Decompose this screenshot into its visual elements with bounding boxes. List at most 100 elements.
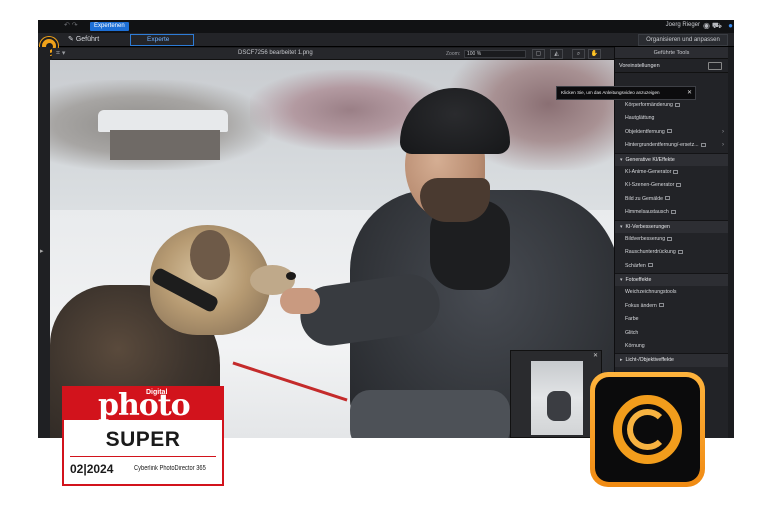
tool-item-label: Glitch: [625, 329, 639, 336]
tool-item-label: Farbe: [625, 316, 639, 323]
app-icon-aperture: [627, 409, 668, 450]
tab-expert[interactable]: Experte: [130, 34, 194, 46]
ai-badge-icon: [665, 196, 671, 201]
tool-item-label: Körnung: [625, 343, 645, 350]
ai-badge-icon: [674, 102, 680, 107]
tool-item-hautglattung[interactable]: Hautglättung: [615, 112, 728, 125]
close-tooltip-icon[interactable]: ✕: [687, 87, 692, 99]
app-icon-inner: [595, 377, 700, 482]
tool-item-ki-anime-generator[interactable]: KI-Anime-Generator: [615, 166, 728, 179]
tool-item-objektentfernung[interactable]: Objektentfernung ›: [615, 126, 728, 139]
tool-item-weichzeichnungstools[interactable]: Weichzeichnungstools: [615, 286, 728, 299]
ai-badge-icon: [647, 263, 653, 268]
photodirector-app-icon: [590, 372, 705, 487]
tab-guided-label: Geführt: [75, 36, 100, 43]
zoom-dropdown[interactable]: 100 %: [464, 50, 526, 58]
tool-item-label: Licht-/Objektiveffekte: [625, 357, 674, 364]
zoom-label: Zoom:: [446, 51, 461, 57]
tool-item-label: Bild zu Gemälde: [625, 195, 664, 202]
dog-nose: [286, 272, 296, 280]
ai-badge-icon: [673, 169, 679, 174]
thumbnail-image: [531, 361, 583, 435]
close-icon[interactable]: ✕: [593, 352, 598, 359]
ai-badge-icon: [667, 236, 673, 241]
section-licht-objektiveffekte[interactable]: Licht-/Objektiveffekte: [615, 353, 728, 367]
view-options-icon[interactable]: ◭: [550, 49, 563, 59]
cart-icon[interactable]: ⛟: [712, 21, 722, 31]
section-generative-ki-effekte[interactable]: Generative KI/Effekte: [615, 152, 728, 166]
tool-item-ki-szenen-generator[interactable]: KI-Szenen-Generator: [615, 179, 728, 192]
user-name[interactable]: Joerg Rieger: [666, 22, 700, 28]
badge-product: Cyberlink PhotoDirector 365: [134, 465, 206, 472]
tool-item-scharfen[interactable]: Schärfen: [615, 260, 728, 273]
ai-badge-icon: [666, 129, 672, 134]
hand-tool-icon[interactable]: ✋: [588, 49, 601, 59]
dog-ear: [190, 230, 230, 280]
snowy-roof: [98, 110, 228, 132]
file-name: DSCF7256 bearbeitet 1.png: [238, 50, 313, 56]
tool-item-label: Weichzeichnungstools: [625, 289, 677, 296]
tab-guided[interactable]: ✎ Geführt: [68, 34, 99, 46]
house-wall: [110, 130, 220, 160]
tool-item-bildverbesserung[interactable]: Bildverbesserung: [615, 233, 728, 246]
zoom-tool-icon[interactable]: ⌕: [572, 49, 585, 59]
account-icon[interactable]: ◉: [703, 21, 710, 30]
tool-item-label: Himmelsaustausch: [625, 209, 669, 216]
crop-tool-icon[interactable]: ⌗ ▾: [56, 49, 65, 58]
badge-brand: photo: [98, 388, 191, 423]
undo-redo-icons[interactable]: ↶ ↷: [64, 21, 78, 29]
chevron-right-icon: ›: [722, 128, 724, 135]
tool-item-label: KI-Verbesserungen: [625, 223, 670, 230]
award-badge: Digital photo SUPER 02|2024 Cyberlink Ph…: [62, 386, 224, 486]
tool-item-label: KI-Anime-Generator: [625, 168, 672, 175]
section-ki-verbesserungen[interactable]: KI-Verbesserungen: [615, 219, 728, 233]
tool-item-bild-zu-gemalde[interactable]: Bild zu Gemälde: [615, 193, 728, 206]
tool-item-himmelsaustausch[interactable]: Himmelsaustausch: [615, 206, 728, 219]
right-icon-strip: [728, 47, 734, 438]
ai-badge-icon: [700, 142, 706, 147]
section-fotoeffekte[interactable]: Fotoeffekte: [615, 273, 728, 287]
compare-view-icon[interactable]: ▢: [532, 49, 545, 59]
panel-title: Geführte Tools: [615, 47, 728, 59]
video-icon[interactable]: [708, 62, 722, 70]
tool-item-label: Fokus ändern: [625, 302, 657, 309]
tool-item-label: Generative KI/Effekte: [625, 156, 675, 163]
presets-row[interactable]: Voreinstellungen: [615, 59, 728, 73]
tool-item-glitch[interactable]: Glitch: [615, 327, 728, 340]
tool-item-hintergrundentfernung-ersetz[interactable]: Hintergrundentfernung/-ersetz... ›: [615, 139, 728, 152]
tool-item-label: Objektentfernung: [625, 128, 665, 135]
organize-button[interactable]: Organisieren und anpassen: [638, 34, 728, 46]
tool-item-label: Fotoeffekte: [625, 277, 652, 284]
tools-list: Körperformänderung Hautglättung Objektentf…: [615, 73, 728, 367]
tool-item-label: Hautglättung: [625, 115, 655, 122]
mode-bar: ✎ Geführt Experte Organisieren und anpas…: [38, 33, 734, 55]
tool-item-farbe[interactable]: Farbe: [615, 313, 728, 326]
man-pants: [350, 390, 510, 438]
tool-item-korperformanderung[interactable]: Körperformänderung: [615, 99, 728, 112]
navigator-thumbnail[interactable]: ✕: [510, 350, 602, 438]
man-beard: [420, 178, 490, 222]
ai-badge-icon: [670, 209, 676, 214]
tooltip: Klicken Sie, um das Anleitungsvideo anzu…: [556, 86, 696, 100]
tool-item-label: Hintergrundentfernung/-ersetz...: [625, 142, 699, 149]
ai-badge-icon: [677, 249, 683, 254]
tool-item-rauschunterdruckung[interactable]: Rauschunterdrückung: [615, 246, 728, 259]
tool-item-label: Rauschunterdrückung: [625, 249, 676, 256]
ai-badge-icon: [658, 303, 664, 308]
badge-header: Digital photo: [64, 388, 222, 423]
tool-item-label: Schärfen: [625, 262, 646, 269]
expand-left-icon[interactable]: ▸: [40, 247, 44, 255]
tool-item-label: KI-Szenen-Generator: [625, 182, 675, 189]
title-bar: ↶ ↷ Expertenen Joerg Rieger ◉ ⛟ ●: [38, 20, 734, 33]
tool-item-label: Bildverbesserung: [625, 235, 666, 242]
badge-rating: SUPER: [105, 428, 181, 451]
chevron-right-icon: ›: [722, 142, 724, 149]
info-icon[interactable]: ●: [728, 21, 733, 30]
mode-tag: Expertenen: [90, 22, 129, 31]
canvas-toolbar: ⌗ ▾ DSCF7256 bearbeitet 1.png Zoom: 100 …: [52, 48, 614, 60]
tool-item-label: Körperformänderung: [625, 102, 673, 108]
tool-item-kornung[interactable]: Körnung: [615, 340, 728, 353]
man-hand: [280, 288, 320, 314]
tool-item-fokus-andern[interactable]: Fokus ändern: [615, 300, 728, 313]
presets-label: Voreinstellungen: [619, 63, 660, 69]
